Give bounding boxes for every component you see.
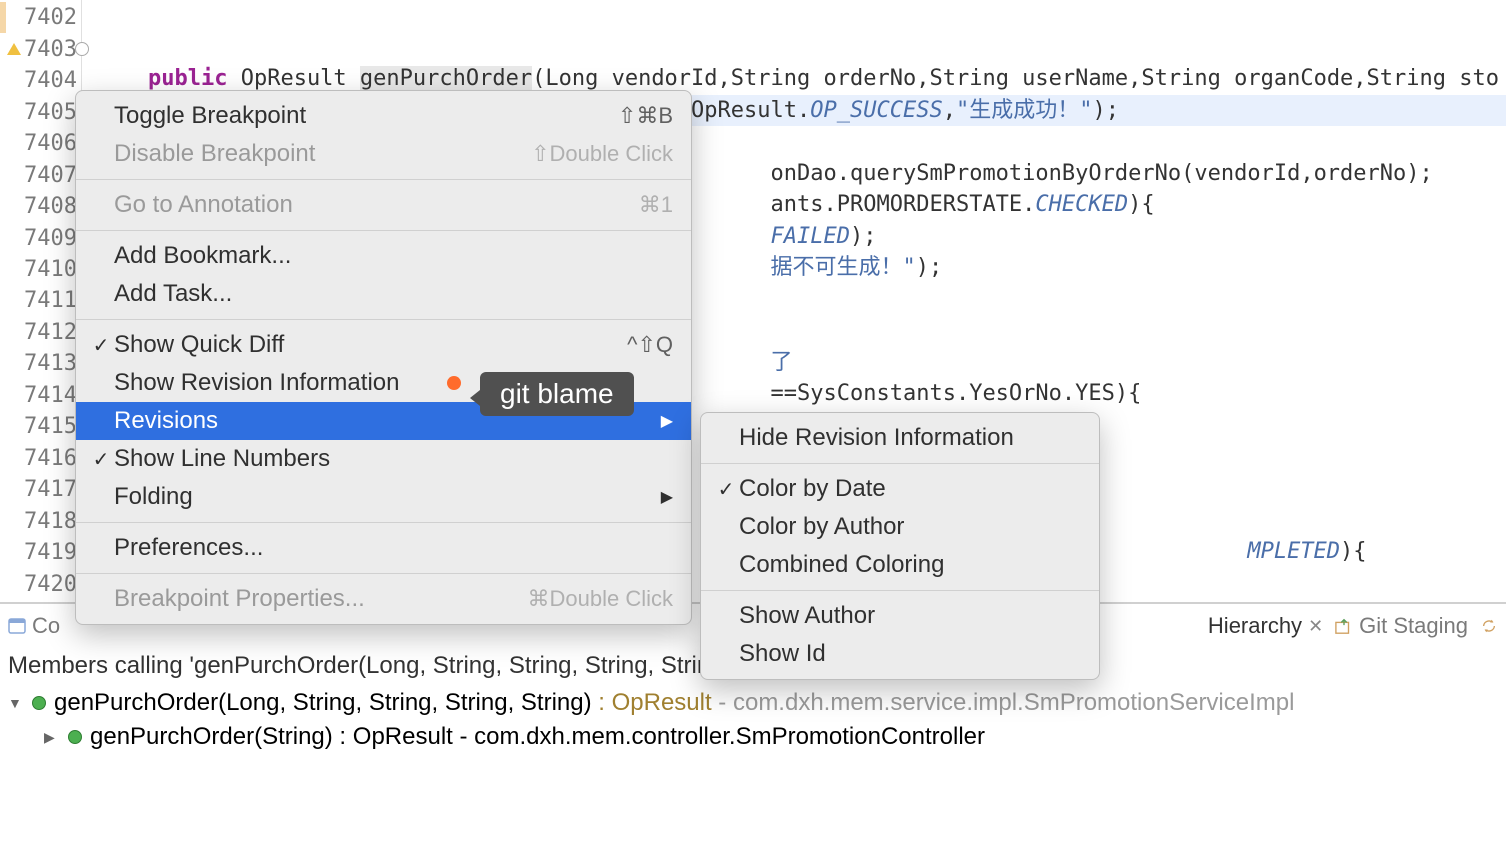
console-icon bbox=[8, 617, 26, 635]
method-icon bbox=[68, 730, 82, 744]
gutter[interactable]: 7402 7403 7404 7405 7406 7407 7408 7409 … bbox=[0, 0, 82, 600]
submenu-show-id[interactable]: Show Id bbox=[701, 635, 1099, 673]
revisions-submenu: Hide Revision Information ✓ Color by Dat… bbox=[700, 412, 1100, 680]
tree-signature: genPurchOrder(Long, String, String, Stri… bbox=[54, 689, 1294, 717]
line-number: 7419 bbox=[24, 540, 81, 565]
menu-goto-annotation: Go to Annotation ⌘1 bbox=[76, 186, 691, 224]
submenu-hide-revision-info[interactable]: Hide Revision Information bbox=[701, 419, 1099, 457]
menu-separator bbox=[701, 463, 1099, 464]
line-number: 7405 bbox=[24, 100, 81, 125]
line-number: 7410 bbox=[24, 257, 81, 282]
menu-show-quick-diff[interactable]: ✓ Show Quick Diff ^⇧Q bbox=[76, 326, 691, 364]
menu-separator bbox=[76, 179, 691, 180]
disclosure-down-icon[interactable]: ▼ bbox=[8, 695, 24, 711]
menu-separator bbox=[76, 319, 691, 320]
line-number: 7404 bbox=[24, 68, 81, 93]
disclosure-right-icon[interactable]: ▶ bbox=[44, 729, 60, 746]
line-number: 7418 bbox=[24, 509, 81, 534]
close-icon[interactable]: ✕ bbox=[1308, 616, 1323, 637]
submenu-arrow-icon: ▶ bbox=[661, 487, 673, 507]
gutter-context-menu: Toggle Breakpoint ⇧⌘B Disable Breakpoint… bbox=[75, 90, 692, 625]
warning-icon[interactable] bbox=[6, 43, 22, 55]
call-hierarchy-tree: ▼ genPurchOrder(Long, String, String, St… bbox=[0, 684, 1506, 756]
tree-row[interactable]: ▼ genPurchOrder(Long, String, String, St… bbox=[8, 686, 1498, 720]
tree-signature: genPurchOrder(String) : OpResult - com.d… bbox=[90, 723, 985, 751]
line-number: 7406 bbox=[24, 131, 81, 156]
menu-separator bbox=[701, 590, 1099, 591]
menu-disable-breakpoint: Disable Breakpoint ⇧Double Click bbox=[76, 135, 691, 173]
menu-breakpoint-properties: Breakpoint Properties... ⌘Double Click bbox=[76, 580, 691, 618]
menu-separator bbox=[76, 230, 691, 231]
line-number: 7416 bbox=[24, 446, 81, 471]
line-number: 7409 bbox=[24, 226, 81, 251]
check-icon: ✓ bbox=[713, 477, 739, 502]
line-number: 7407 bbox=[24, 163, 81, 188]
submenu-show-author[interactable]: Show Author bbox=[701, 597, 1099, 635]
tab-console-partial[interactable]: Co bbox=[8, 613, 60, 639]
code-line: public OpResult genPurchOrder(Long vendo… bbox=[95, 66, 1499, 91]
submenu-combined-coloring[interactable]: Combined Coloring bbox=[701, 546, 1099, 584]
tab-label: Hierarchy bbox=[1208, 613, 1302, 639]
submenu-color-by-date[interactable]: ✓ Color by Date bbox=[701, 470, 1099, 508]
method-icon bbox=[32, 696, 46, 710]
submenu-arrow-icon: ▶ bbox=[661, 411, 673, 431]
tab-hierarchy[interactable]: Hierarchy ✕ bbox=[1208, 613, 1323, 639]
menu-preferences[interactable]: Preferences... bbox=[76, 529, 691, 567]
line-number: 7413 bbox=[24, 351, 81, 376]
menu-separator bbox=[76, 522, 691, 523]
menu-add-task[interactable]: Add Task... bbox=[76, 275, 691, 313]
line-number: 7417 bbox=[24, 477, 81, 502]
tree-row[interactable]: ▶ genPurchOrder(String) : OpResult - com… bbox=[8, 720, 1498, 754]
line-number: 7411 bbox=[24, 288, 81, 313]
line-number: 7402 bbox=[24, 5, 81, 30]
fold-toggle-icon[interactable] bbox=[75, 42, 89, 56]
menu-folding[interactable]: Folding ▶ bbox=[76, 478, 691, 516]
check-icon: ✓ bbox=[88, 333, 114, 358]
line-number: 7403 bbox=[24, 37, 81, 62]
tab-label: Co bbox=[32, 613, 60, 639]
notification-dot-icon bbox=[447, 376, 461, 390]
line-number: 7408 bbox=[24, 194, 81, 219]
line-number: 7414 bbox=[24, 383, 81, 408]
git-staging-icon bbox=[1335, 617, 1353, 635]
submenu-color-by-author[interactable]: Color by Author bbox=[701, 508, 1099, 546]
check-icon: ✓ bbox=[88, 447, 114, 472]
tab-git-staging[interactable]: Git Staging bbox=[1335, 613, 1468, 639]
line-number: 7415 bbox=[24, 414, 81, 439]
menu-separator bbox=[76, 573, 691, 574]
tooltip-git-blame: git blame bbox=[480, 372, 634, 416]
line-number: 7420 bbox=[24, 572, 81, 597]
tab-label: Git Staging bbox=[1359, 613, 1468, 639]
menu-show-line-numbers[interactable]: ✓ Show Line Numbers bbox=[76, 440, 691, 478]
menu-toggle-breakpoint[interactable]: Toggle Breakpoint ⇧⌘B bbox=[76, 97, 691, 135]
sync-icon[interactable] bbox=[1480, 617, 1498, 635]
line-number: 7412 bbox=[24, 320, 81, 345]
menu-add-bookmark[interactable]: Add Bookmark... bbox=[76, 237, 691, 275]
